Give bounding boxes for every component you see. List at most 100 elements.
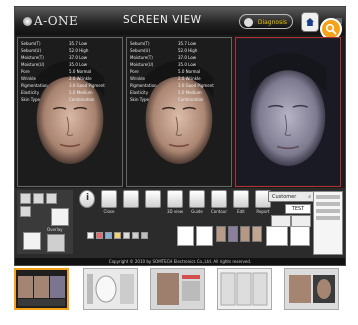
face-panel-1[interactable]: Sebum(T) 35.7 Low Sebum(U) 52.0 High Moist… xyxy=(17,37,123,187)
3d-view-button[interactable] xyxy=(167,190,183,208)
customer-label: Customer xyxy=(272,194,297,200)
metric-value: 37.0 Low xyxy=(178,55,197,60)
customer-name-field[interactable]: TEST xyxy=(285,204,311,214)
metric-row: Elasticity 5.0 Medium xyxy=(130,90,230,97)
edit-button[interactable] xyxy=(233,190,249,208)
image-slot[interactable] xyxy=(177,226,194,246)
image-slot[interactable] xyxy=(266,226,288,246)
view-mode-button[interactable] xyxy=(20,193,31,204)
image-slot[interactable] xyxy=(290,226,310,246)
contour-button[interactable] xyxy=(211,190,227,208)
app-logo: A-ONE xyxy=(23,14,78,28)
logo-text: A-ONE xyxy=(34,14,79,28)
app-window: A-ONE SCREEN VIEW Diagnosis Sebum(T) 35.… xyxy=(14,6,346,266)
metric-label: Moisture(T) xyxy=(130,55,153,60)
list-item[interactable] xyxy=(316,195,340,199)
carousel-thumb-5[interactable] xyxy=(284,268,339,310)
metric-row: Sebum(T) 35.7 Low xyxy=(21,41,121,48)
folder-button[interactable] xyxy=(123,190,139,208)
swatch[interactable] xyxy=(114,232,121,239)
layout-button[interactable] xyxy=(23,232,41,250)
metrics-panel-2: Sebum(T) 35.7 Low Sebum(U) 52.0 High Moist… xyxy=(130,41,230,104)
metric-label: Skin Type xyxy=(21,97,40,102)
metric-label: Pore xyxy=(130,69,139,74)
metric-row: Pigmentation 3.0 Good Pigment xyxy=(130,83,230,90)
customer-list[interactable] xyxy=(313,191,343,255)
metric-row: Pore 5.0 Normal xyxy=(21,69,121,76)
screen-title: SCREEN VIEW xyxy=(123,14,202,26)
info-icon: i xyxy=(86,193,90,203)
metric-row: Skin Type Combination xyxy=(130,97,230,104)
diagnosis-icon xyxy=(244,18,253,27)
swatch[interactable] xyxy=(87,232,94,239)
image-slot[interactable] xyxy=(196,226,213,246)
customer-dropdown[interactable]: Customer ⌕ xyxy=(268,191,314,202)
view-mode-button[interactable] xyxy=(46,193,57,204)
carousel-thumb-3[interactable] xyxy=(150,268,205,310)
metric-label: Moisture(T) xyxy=(21,55,44,60)
carousel-image-5 xyxy=(285,269,338,309)
close-tool-button[interactable] xyxy=(101,190,117,208)
carousel-thumb-4[interactable] xyxy=(217,268,272,310)
metric-label: Wrinkle xyxy=(21,76,36,81)
metric-value: 35.0 Low xyxy=(178,62,197,67)
metric-row: Pore 5.0 Normal xyxy=(130,69,230,76)
toolbar: Overlay i Close 3D view Guide Contour Ed… xyxy=(15,188,345,258)
face-panel-3[interactable] xyxy=(235,37,341,187)
captured-thumb[interactable] xyxy=(240,226,250,242)
report-label: Report xyxy=(256,209,270,214)
metric-row: Wrinkle 2.0 Wrinkle xyxy=(21,76,121,83)
search-icon xyxy=(325,23,337,35)
document-button[interactable] xyxy=(145,190,161,208)
metric-value: Combination xyxy=(69,97,95,102)
carousel-thumb-2[interactable] xyxy=(83,268,138,310)
swatch[interactable] xyxy=(132,232,139,239)
face-panel-2[interactable]: Sebum(T) 35.7 Low Sebum(U) 52.0 High Moist… xyxy=(126,37,232,187)
metric-label: Elasticity xyxy=(21,90,40,95)
list-item[interactable] xyxy=(316,216,340,220)
metric-row: Wrinkle 2.0 Wrinkle xyxy=(130,76,230,83)
guide-button[interactable] xyxy=(189,190,205,208)
overlay-button[interactable] xyxy=(51,208,69,226)
layout-button[interactable] xyxy=(47,234,65,252)
captured-thumb[interactable] xyxy=(228,226,238,242)
metric-row: Moisture(U) 35.0 Low xyxy=(21,62,121,69)
metric-value: 35.7 Low xyxy=(178,41,197,46)
info-button[interactable]: i xyxy=(79,190,95,208)
carousel-thumb-1[interactable] xyxy=(14,268,69,310)
metric-label: Sebum(U) xyxy=(21,48,42,53)
metric-value: 2.0 Wrinkle xyxy=(178,76,201,81)
list-item[interactable] xyxy=(316,202,340,206)
swatch[interactable] xyxy=(141,232,148,239)
metric-row: Sebum(T) 35.7 Low xyxy=(130,41,230,48)
list-item[interactable] xyxy=(316,209,340,213)
logo-mark-icon xyxy=(23,17,32,26)
metric-row: Sebum(U) 52.0 High xyxy=(130,48,230,55)
metric-label: Moisture(U) xyxy=(21,62,45,67)
metric-row: Skin Type Combination xyxy=(21,97,121,104)
metric-value: 37.0 Low xyxy=(69,55,88,60)
metric-label: Pigmentation xyxy=(130,83,157,88)
swatch[interactable] xyxy=(96,232,103,239)
metric-row: Sebum(U) 52.0 High xyxy=(21,48,121,55)
carousel-image-4 xyxy=(218,269,271,309)
contour-label: Contour xyxy=(211,209,227,214)
metric-value: 3.0 Good Pigment xyxy=(178,83,214,88)
home-button[interactable] xyxy=(301,12,319,32)
screenshot-carousel xyxy=(0,268,358,318)
metric-value: Combination xyxy=(178,97,204,102)
image-panels: Sebum(T) 35.7 Low Sebum(U) 52.0 High Moist… xyxy=(17,37,343,187)
diagnosis-button[interactable]: Diagnosis xyxy=(239,14,293,29)
metric-label: Sebum(T) xyxy=(130,41,150,46)
view-mode-button[interactable] xyxy=(33,193,44,204)
view-mode-button[interactable] xyxy=(20,206,31,217)
metric-row: Pigmentation 3.0 Good Pigment xyxy=(21,83,121,90)
metric-row: Moisture(T) 37.0 Low xyxy=(130,55,230,62)
captured-thumb[interactable] xyxy=(216,226,226,242)
metric-value: 3.0 Good Pigment xyxy=(69,83,105,88)
swatch[interactable] xyxy=(105,232,112,239)
captured-thumb[interactable] xyxy=(252,226,262,242)
swatch[interactable] xyxy=(123,232,130,239)
view-mode-panel: Overlay xyxy=(17,190,73,254)
metric-value: 2.0 Wrinkle xyxy=(69,76,92,81)
